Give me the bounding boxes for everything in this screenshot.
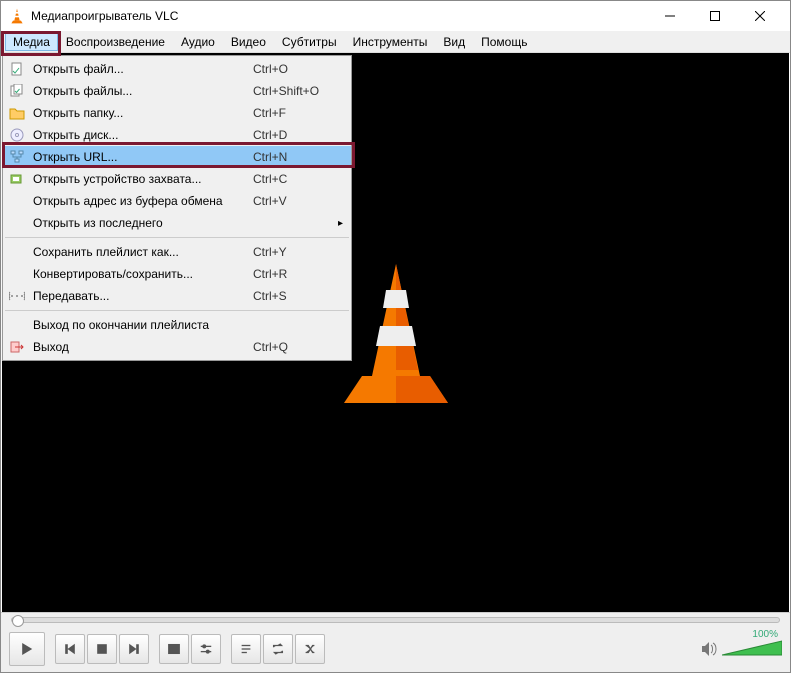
stream-icon bbox=[7, 288, 27, 304]
submenu-arrow-icon: ▸ bbox=[333, 218, 343, 229]
blank-icon bbox=[7, 266, 27, 282]
media-menu-item-6[interactable]: Открыть адрес из буфера обменаCtrl+V bbox=[3, 190, 351, 212]
menu-item-shortcut: Ctrl+Y bbox=[253, 245, 333, 259]
play-button[interactable] bbox=[9, 632, 45, 666]
menu-item-shortcut: Ctrl+Q bbox=[253, 340, 333, 354]
media-menu-item-4[interactable]: Открыть URL...Ctrl+N bbox=[3, 146, 351, 168]
menu-item-label: Открыть файлы... bbox=[33, 84, 253, 98]
bottom-bar: 100% bbox=[1, 612, 790, 672]
volume-percent: 100% bbox=[752, 629, 778, 640]
menu-item-shortcut: Ctrl+O bbox=[253, 62, 333, 76]
media-menu-item-11[interactable]: Передавать...Ctrl+S bbox=[3, 285, 351, 307]
menu-item-label: Выход bbox=[33, 340, 253, 354]
media-menu-item-14[interactable]: ВыходCtrl+Q bbox=[3, 336, 351, 358]
seek-bar[interactable] bbox=[1, 613, 790, 627]
media-menu-item-0[interactable]: Открыть файл...Ctrl+O bbox=[3, 58, 351, 80]
blank-icon bbox=[7, 193, 27, 209]
media-menu-item-5[interactable]: Открыть устройство захвата...Ctrl+C bbox=[3, 168, 351, 190]
blank-icon bbox=[7, 244, 27, 260]
menu-4[interactable]: Субтитры bbox=[274, 33, 345, 51]
close-button[interactable] bbox=[737, 1, 782, 31]
menu-item-shortcut: Ctrl+V bbox=[253, 194, 333, 208]
playlist-button[interactable] bbox=[231, 634, 261, 664]
volume-wedge[interactable] bbox=[722, 639, 782, 657]
vlc-cone-icon bbox=[9, 8, 25, 24]
menu-1[interactable]: Воспроизведение bbox=[58, 33, 173, 51]
menu-item-shortcut: Ctrl+R bbox=[253, 267, 333, 281]
menu-item-label: Открыть папку... bbox=[33, 106, 253, 120]
menu-item-label: Открыть устройство захвата... bbox=[33, 172, 253, 186]
menu-item-label: Выход по окончании плейлиста bbox=[33, 318, 253, 332]
menu-item-label: Открыть файл... bbox=[33, 62, 253, 76]
menu-3[interactable]: Видео bbox=[223, 33, 274, 51]
media-menu-item-1[interactable]: Открыть файлы...Ctrl+Shift+O bbox=[3, 80, 351, 102]
files-icon bbox=[7, 83, 27, 99]
menu-6[interactable]: Вид bbox=[435, 33, 473, 51]
media-menu-item-9[interactable]: Сохранить плейлист как...Ctrl+Y bbox=[3, 241, 351, 263]
menu-item-shortcut: Ctrl+N bbox=[253, 150, 333, 164]
menu-item-label: Открыть URL... bbox=[33, 150, 253, 164]
menu-0[interactable]: Медиа bbox=[5, 33, 58, 51]
next-button[interactable] bbox=[119, 634, 149, 664]
media-menu-dropdown: Открыть файл...Ctrl+OОткрыть файлы...Ctr… bbox=[2, 55, 352, 361]
window-title: Медиапроигрыватель VLC bbox=[31, 9, 647, 23]
menu-item-shortcut: Ctrl+F bbox=[253, 106, 333, 120]
loop-button[interactable] bbox=[263, 634, 293, 664]
menu-item-label: Открыть адрес из буфера обмена bbox=[33, 194, 253, 208]
vlc-cone-logo bbox=[336, 258, 456, 408]
menu-item-shortcut: Ctrl+Shift+O bbox=[253, 84, 333, 98]
capture-icon bbox=[7, 171, 27, 187]
media-menu-item-2[interactable]: Открыть папку...Ctrl+F bbox=[3, 102, 351, 124]
menu-item-label: Передавать... bbox=[33, 289, 253, 303]
menubar: МедиаВоспроизведениеАудиоВидеоСубтитрыИн… bbox=[1, 31, 790, 53]
media-menu-item-3[interactable]: Открыть диск...Ctrl+D bbox=[3, 124, 351, 146]
blank-icon bbox=[7, 317, 27, 333]
minimize-button[interactable] bbox=[647, 1, 692, 31]
maximize-button[interactable] bbox=[692, 1, 737, 31]
file-icon bbox=[7, 61, 27, 77]
controls: 100% bbox=[1, 627, 790, 671]
speaker-icon bbox=[700, 641, 718, 657]
network-icon bbox=[7, 149, 27, 165]
fullscreen-button[interactable] bbox=[159, 634, 189, 664]
media-menu-item-13[interactable]: Выход по окончании плейлиста bbox=[3, 314, 351, 336]
folder-icon bbox=[7, 105, 27, 121]
stop-button[interactable] bbox=[87, 634, 117, 664]
menu-item-shortcut: Ctrl+S bbox=[253, 289, 333, 303]
titlebar: Медиапроигрыватель VLC bbox=[1, 1, 790, 31]
blank-icon bbox=[7, 215, 27, 231]
menu-item-label: Сохранить плейлист как... bbox=[33, 245, 253, 259]
menu-item-label: Конвертировать/сохранить... bbox=[33, 267, 253, 281]
media-menu-item-7[interactable]: Открыть из последнего ▸ bbox=[3, 212, 351, 234]
disc-icon bbox=[7, 127, 27, 143]
shuffle-button[interactable] bbox=[295, 634, 325, 664]
menu-5[interactable]: Инструменты bbox=[345, 33, 436, 51]
exit-icon bbox=[7, 339, 27, 355]
menu-item-label: Открыть диск... bbox=[33, 128, 253, 142]
menu-7[interactable]: Помощь bbox=[473, 33, 535, 51]
ext-settings-button[interactable] bbox=[191, 634, 221, 664]
menu-item-shortcut: Ctrl+C bbox=[253, 172, 333, 186]
menu-item-label: Открыть из последнего bbox=[33, 216, 253, 230]
menu-2[interactable]: Аудио bbox=[173, 33, 223, 51]
volume-control[interactable]: 100% bbox=[700, 639, 782, 660]
media-menu-item-10[interactable]: Конвертировать/сохранить...Ctrl+R bbox=[3, 263, 351, 285]
menu-item-shortcut: Ctrl+D bbox=[253, 128, 333, 142]
prev-button[interactable] bbox=[55, 634, 85, 664]
